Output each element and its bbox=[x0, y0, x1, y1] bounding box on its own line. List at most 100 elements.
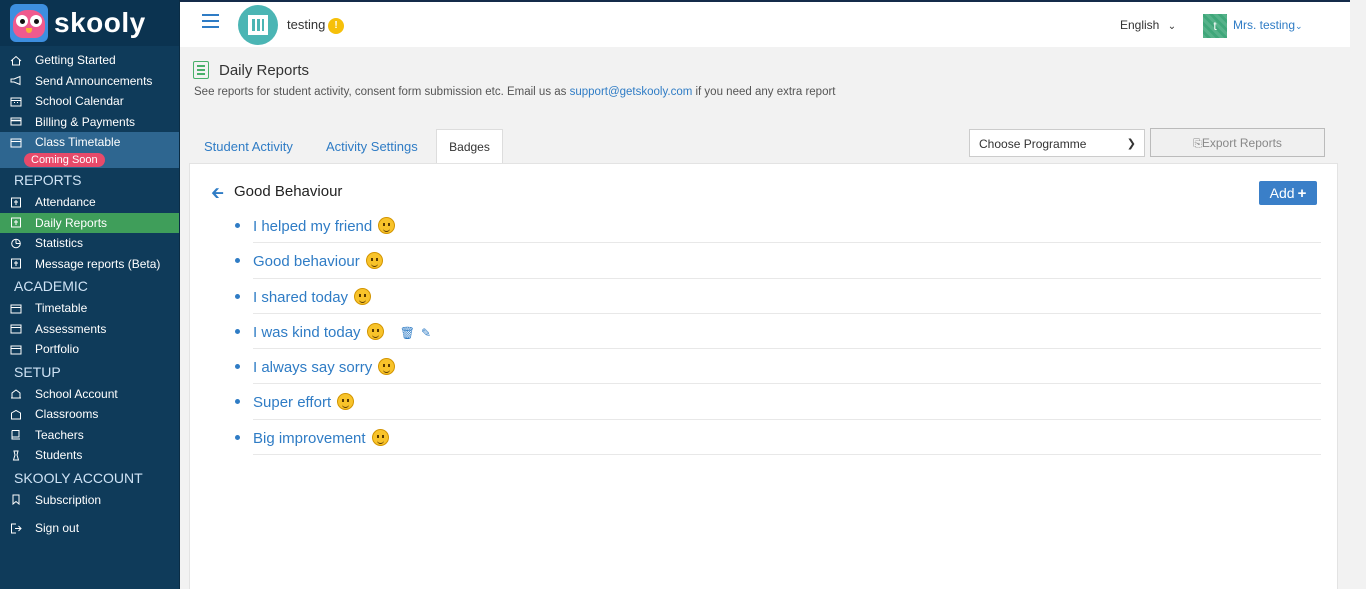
user-menu[interactable]: Mrs. testing⌄ bbox=[1233, 18, 1303, 32]
list-item: Big improvement bbox=[235, 420, 1321, 456]
add-badge-button[interactable]: Add + bbox=[1259, 181, 1317, 205]
emoji-icon bbox=[366, 322, 384, 340]
badge-label: I shared today bbox=[253, 288, 349, 306]
badge-link[interactable]: Super effort bbox=[253, 393, 355, 411]
sidebar-item-label: Sign out bbox=[35, 521, 80, 536]
badge-link[interactable]: I helped my friend bbox=[253, 217, 396, 235]
sidebar-item-class-timetable[interactable]: Class Timetable Coming Soon bbox=[0, 132, 179, 168]
export-reports-button[interactable]: ⎘Export Reports bbox=[1150, 128, 1325, 157]
pie-chart-icon bbox=[10, 238, 22, 249]
calendar-icon bbox=[10, 96, 22, 107]
megaphone-icon bbox=[10, 75, 22, 86]
sidebar-item-label: Subscription bbox=[35, 492, 102, 507]
sidebar-item-label: Timetable bbox=[35, 301, 88, 316]
sidebar-item-students[interactable]: Students bbox=[0, 445, 179, 466]
report-icon bbox=[10, 197, 22, 208]
badge-label: I helped my friend bbox=[253, 218, 373, 235]
credit-card-icon bbox=[10, 116, 22, 127]
sidebar-item-school-calendar[interactable]: School Calendar bbox=[0, 91, 179, 112]
sidebar-item-label: Class Timetable bbox=[35, 135, 121, 149]
bookmark-icon bbox=[10, 494, 22, 506]
back-arrow-icon[interactable]: 🡰 bbox=[211, 182, 224, 209]
classroom-icon bbox=[10, 409, 22, 420]
emoji-icon bbox=[378, 217, 396, 234]
calendar-icon bbox=[10, 137, 22, 148]
user-name-label: Mrs. testing bbox=[1233, 18, 1296, 32]
sidebar-item-label: Daily Reports bbox=[35, 215, 108, 230]
sidebar-item-school-account[interactable]: School Account bbox=[0, 384, 179, 405]
calendar-icon bbox=[10, 344, 22, 355]
export-icon: ⎘ bbox=[1193, 138, 1202, 150]
brand-name: skooly bbox=[54, 7, 146, 38]
sidebar-item-label: Send Announcements bbox=[35, 73, 153, 88]
hamburger-menu-icon[interactable] bbox=[202, 14, 219, 28]
programme-select[interactable]: Choose Programme ❯ bbox=[969, 129, 1145, 157]
badge-label: Big improvement bbox=[253, 429, 366, 447]
school-building-icon[interactable] bbox=[238, 5, 278, 45]
list-item: I helped my friend bbox=[235, 208, 1321, 244]
sidebar-item-label: Classrooms bbox=[35, 407, 99, 422]
sidebar-item-subscription[interactable]: Subscription bbox=[0, 490, 179, 511]
bullet-icon bbox=[235, 258, 240, 264]
brand-logo[interactable]: skooly bbox=[0, 0, 179, 46]
sidebar-item-send-announcements[interactable]: Send Announcements bbox=[0, 71, 179, 92]
sidebar: skooly Getting Started Send Announcement… bbox=[0, 0, 180, 589]
calendar-icon bbox=[10, 303, 22, 314]
bullet-icon bbox=[235, 364, 240, 370]
section-skooly-account: SKOOLY ACCOUNT bbox=[14, 469, 143, 486]
list-item: I always say sorry bbox=[235, 349, 1321, 385]
tab-badges[interactable]: Badges bbox=[436, 129, 503, 163]
school-icon bbox=[10, 388, 22, 399]
sidebar-item-classrooms[interactable]: Classrooms bbox=[0, 404, 179, 425]
badge-link[interactable]: I always say sorry bbox=[253, 358, 396, 376]
sidebar-item-label: Billing & Payments bbox=[35, 114, 136, 129]
calendar-icon bbox=[10, 323, 22, 334]
sidebar-item-sign-out[interactable]: Sign out bbox=[0, 518, 179, 539]
sidebar-item-billing[interactable]: Billing & Payments bbox=[0, 112, 179, 133]
sidebar-item-label: Students bbox=[35, 448, 83, 463]
chevron-down-icon: ⌄ bbox=[1295, 21, 1303, 31]
export-label: Export Reports bbox=[1201, 136, 1282, 150]
bullet-icon bbox=[235, 293, 240, 299]
user-avatar[interactable]: t bbox=[1203, 14, 1227, 38]
sidebar-item-timetable[interactable]: Timetable bbox=[0, 298, 179, 319]
plus-icon: + bbox=[1297, 185, 1307, 202]
bullet-icon bbox=[235, 399, 240, 405]
emoji-icon bbox=[371, 428, 389, 446]
sidebar-item-getting-started[interactable]: Getting Started bbox=[0, 50, 179, 71]
language-selector[interactable]: English ⌄ bbox=[1120, 18, 1176, 32]
sidebar-item-label: Getting Started bbox=[35, 53, 116, 68]
sidebar-item-assessments[interactable]: Assessments bbox=[0, 319, 179, 340]
sidebar-item-label: Statistics bbox=[35, 236, 84, 251]
sidebar-item-label: School Account bbox=[35, 386, 118, 401]
warning-icon[interactable]: ! bbox=[328, 18, 344, 34]
sidebar-item-statistics[interactable]: Statistics bbox=[0, 233, 179, 254]
badge-link[interactable]: I was kind today 🗑 ✎ bbox=[253, 322, 437, 341]
add-label: Add bbox=[1269, 185, 1295, 201]
sign-out-icon bbox=[10, 523, 22, 534]
sidebar-item-label: Attendance bbox=[35, 195, 96, 210]
emoji-icon bbox=[337, 393, 355, 411]
chevron-down-icon: ⌄ bbox=[1167, 21, 1177, 32]
support-email-link[interactable]: support@getskooly.com bbox=[570, 86, 693, 98]
sidebar-item-portfolio[interactable]: Portfolio bbox=[0, 339, 179, 360]
trash-icon[interactable]: 🗑 bbox=[400, 326, 415, 340]
bullet-icon bbox=[235, 328, 240, 334]
badge-link[interactable]: Big improvement bbox=[253, 428, 389, 447]
tab-student-activity[interactable]: Student Activity bbox=[194, 129, 303, 163]
sidebar-item-message-reports[interactable]: Message reports (Beta) bbox=[0, 254, 179, 275]
pencil-icon[interactable]: ✎ bbox=[421, 326, 431, 340]
page-description: See reports for student activity, consen… bbox=[194, 86, 836, 98]
badges-panel: 🡰 Good Behaviour Add + I helped my friend… bbox=[189, 163, 1338, 589]
report-icon bbox=[10, 258, 22, 269]
badge-link[interactable]: Good behaviour bbox=[253, 252, 383, 270]
sidebar-item-teachers[interactable]: Teachers bbox=[0, 425, 179, 446]
sidebar-item-daily-reports[interactable]: Daily Reports bbox=[0, 212, 179, 233]
bullet-icon bbox=[235, 223, 240, 228]
school-name[interactable]: testing bbox=[287, 17, 325, 32]
description-text-end: if you need any extra report bbox=[692, 86, 836, 98]
student-icon bbox=[10, 450, 22, 461]
tab-activity-settings[interactable]: Activity Settings bbox=[316, 129, 428, 163]
badge-link[interactable]: I shared today bbox=[253, 287, 372, 306]
sidebar-item-attendance[interactable]: Attendance bbox=[0, 192, 179, 213]
